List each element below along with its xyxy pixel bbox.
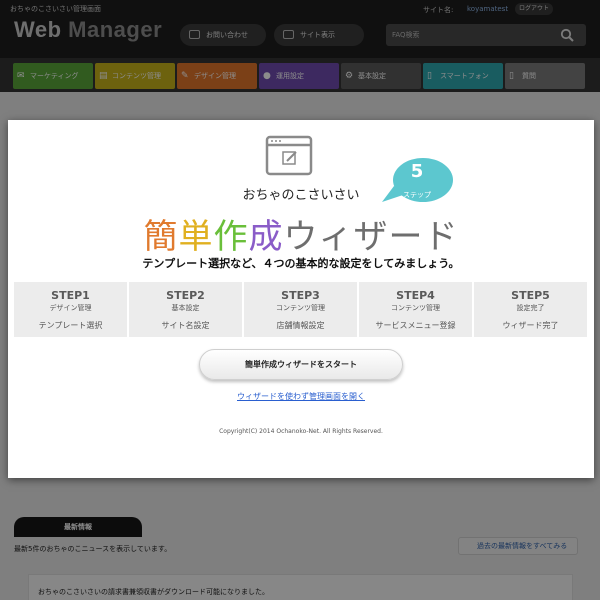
wizard-title: 簡単作成ウィザード	[8, 209, 594, 258]
brand-subtitle: おちゃのこさいさい	[242, 188, 360, 203]
step-category: コンテンツ管理	[391, 304, 440, 312]
title-char: 簡	[143, 217, 179, 257]
step-category: デザイン管理	[49, 304, 92, 312]
step-task: ウィザード完了	[502, 321, 559, 330]
title-char: 成	[248, 217, 284, 257]
step-category: コンテンツ管理	[276, 304, 325, 312]
step-task: 店舗情報設定	[276, 321, 325, 330]
step-card: STEP3 コンテンツ管理 店舗情報設定	[244, 282, 357, 337]
wizard-modal: おちゃのこさいさい 5 ステップ 簡単作成ウィザード テンプレート選択など、４つ…	[8, 120, 594, 478]
browser-edit-icon	[265, 135, 313, 176]
skip-wizard-link[interactable]: ウィザードを使わず管理画面を開く	[8, 391, 594, 402]
step-category: 設定完了	[516, 304, 545, 312]
step-number: STEP2	[166, 289, 205, 302]
step-card: STEP5 設定完了ウィザード完了	[474, 282, 587, 337]
step-count-number: 5	[410, 161, 424, 182]
wizard-lead-text: テンプレート選択など、４つの基本的な設定をしてみましょう。	[142, 257, 460, 270]
wizard-steps: STEP1 デザイン管理テンプレート選択 STEP2 基本設定サイト名設定 STEP…	[14, 282, 587, 337]
title-char: ウィザード	[283, 217, 459, 257]
step-category: 基本設定	[171, 304, 200, 312]
step-card: STEP1 デザイン管理テンプレート選択	[14, 282, 127, 337]
copyright-text: Copyright(C) 2014 Ochanoko-Net. All Righ…	[219, 428, 383, 435]
step-number: STEP3	[281, 289, 320, 302]
step-task: テンプレート選択	[38, 321, 103, 330]
step-number: STEP5	[511, 289, 550, 302]
step-card: STEP2 基本設定サイト名設定	[129, 282, 242, 337]
title-char: 単	[178, 217, 214, 257]
step-number: STEP1	[51, 289, 90, 302]
title-char: 作	[213, 217, 249, 257]
step-task: サイト名設定	[161, 321, 210, 330]
step-card: STEP4 コンテンツ管理サービスメニュー登録	[359, 282, 472, 337]
step-number: STEP4	[396, 289, 435, 302]
start-wizard-button[interactable]: 簡単作成ウィザードをスタート	[199, 349, 403, 380]
step-count-label: ステップ	[403, 191, 431, 199]
step-task: サービスメニュー登録	[375, 321, 456, 330]
